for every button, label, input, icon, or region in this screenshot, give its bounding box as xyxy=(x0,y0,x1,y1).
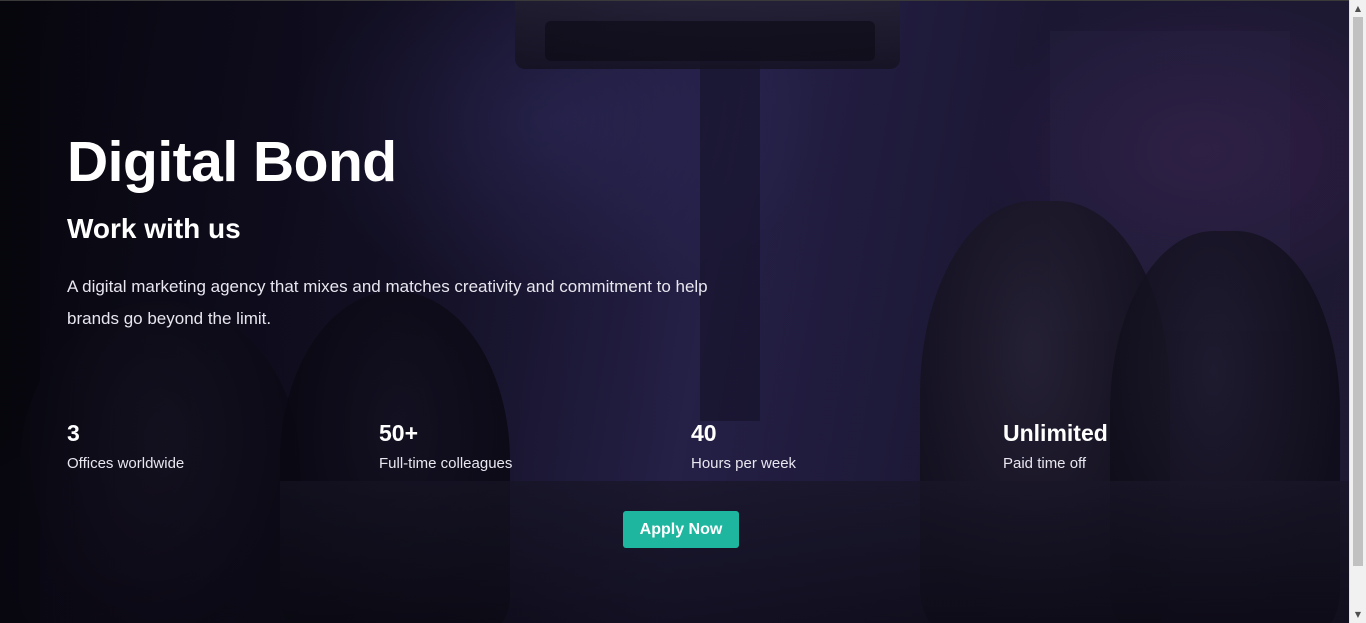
stat-offices: 3 Offices worldwide xyxy=(67,417,327,479)
stats-row: 3 Offices worldwide 50+ Full-time collea… xyxy=(67,417,1307,477)
apply-now-button[interactable]: Apply Now xyxy=(623,511,739,548)
stat-colleagues: 50+ Full-time colleagues xyxy=(379,417,639,479)
stat-label: Hours per week xyxy=(691,455,797,472)
stat-label: Paid time off xyxy=(1003,455,1087,472)
stat-value: 50+ xyxy=(379,420,419,446)
hero-subtitle: Work with us xyxy=(67,213,241,244)
hero-description: A digital marketing agency that mixes an… xyxy=(67,277,708,328)
stat-label: Full-time colleagues xyxy=(379,455,513,472)
scroll-down-icon[interactable]: ▼ xyxy=(1350,606,1366,623)
hero-section: Digital Bond Work with us A digital mark… xyxy=(0,0,1349,623)
hero-title: Digital Bond xyxy=(67,130,397,194)
scrollbar-thumb[interactable] xyxy=(1353,17,1363,566)
stat-hours: 40 Hours per week xyxy=(691,417,951,479)
stat-value: 3 xyxy=(67,420,80,446)
vertical-scrollbar[interactable]: ▲ ▼ xyxy=(1349,0,1366,623)
stat-label: Offices worldwide xyxy=(67,455,185,472)
stat-value: Unlimited xyxy=(1003,420,1108,446)
stat-value: 40 xyxy=(691,420,717,446)
scroll-up-icon[interactable]: ▲ xyxy=(1350,0,1366,17)
hero-content: Digital Bond Work with us A digital mark… xyxy=(67,1,1307,623)
stat-paid-time-off: Unlimited Paid time off xyxy=(1003,417,1263,479)
